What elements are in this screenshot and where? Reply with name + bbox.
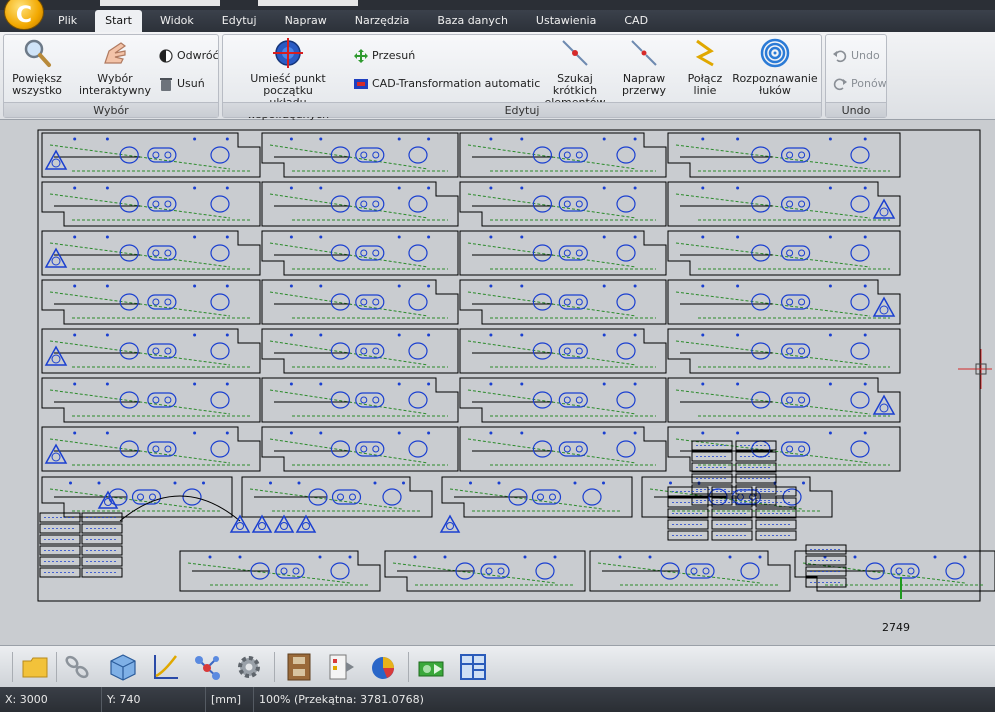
undo-button[interactable]: Undo (832, 47, 880, 65)
nesting-drawing[interactable] (0, 121, 995, 645)
toolbar-separator (408, 652, 409, 682)
folder-icon[interactable] (20, 652, 50, 682)
status-y: Y: 740 (102, 687, 206, 712)
gear-play-icon[interactable] (416, 652, 446, 682)
toolbar-separator (56, 652, 57, 682)
tab-cad[interactable]: CAD (614, 10, 658, 32)
tab-napraw[interactable]: Napraw (275, 10, 337, 32)
pie-chart-icon[interactable] (368, 652, 398, 682)
move-arrows-icon (354, 49, 368, 63)
redo-icon (833, 78, 847, 91)
tab-baza-danych[interactable]: Baza danych (427, 10, 518, 32)
interactive-select-label: Wybór interaktywny (78, 72, 152, 97)
magnifier-icon (24, 39, 51, 67)
fix-gaps-label: Napraw przerwy (621, 72, 667, 97)
join-lines-icon (695, 39, 714, 67)
tab-widok[interactable]: Widok (150, 10, 204, 32)
cad-transform-button[interactable]: CAD-Transformation automatic (353, 75, 540, 93)
cad-transform-label: CAD-Transformation automatic (372, 77, 541, 90)
trash-icon (160, 78, 172, 91)
toolbar-separator (274, 652, 275, 682)
nested-parts (39, 132, 995, 592)
cursor-crosshair (958, 349, 992, 389)
interactive-select-button[interactable]: Wybór interaktywny (78, 37, 152, 97)
app-logo-letter: C (15, 2, 33, 28)
group-label-edytuj: Edytuj (223, 102, 821, 117)
film-icon[interactable] (284, 652, 314, 682)
join-lines-label: Połącz linie (687, 72, 723, 97)
arc-recognition-label: Rozpoznawanie łuków (732, 72, 818, 97)
gap-line-icon (631, 40, 657, 66)
status-zoom: 100% (Przekątna: 3781.0768) (259, 693, 424, 706)
axis-icon[interactable] (150, 652, 180, 682)
group-wybor: Powiększ wszystko Wybór interaktywny Odw… (3, 34, 219, 118)
status-x: X: 3000 (0, 687, 102, 712)
fix-gaps-button[interactable]: Napraw przerwy (619, 37, 669, 97)
status-bar: X: 3000 Y: 740 [mm] 100% (Przekątna: 378… (0, 687, 995, 712)
zoom-all-label: Powiększ wszystko (12, 72, 62, 97)
redo-label: Ponów (851, 77, 887, 90)
ribbon-tabs: Plik Start Widok Edytuj Napraw Narzędzia… (0, 10, 995, 32)
title-field (100, 0, 220, 6)
tab-edytuj[interactable]: Edytuj (212, 10, 267, 32)
redo-button[interactable]: Ponów (832, 75, 887, 93)
short-line-icon (562, 40, 588, 66)
zoom-all-button[interactable]: Powiększ wszystko (10, 37, 64, 97)
hand-pointer-icon (104, 42, 127, 64)
group-undo: Undo Ponów Undo (825, 34, 887, 118)
bottom-toolbar (0, 645, 995, 687)
arc-recognition-button[interactable]: Rozpoznawanie łuków (731, 37, 819, 97)
layout-icon[interactable] (458, 652, 488, 682)
move-button[interactable]: Przesuń (353, 47, 415, 65)
title-bar (0, 0, 995, 10)
tab-plik[interactable]: Plik (48, 10, 87, 32)
toolbar-separator (12, 652, 13, 682)
title-field (258, 0, 358, 6)
nodes-icon[interactable] (192, 652, 222, 682)
gear-icon[interactable] (234, 652, 264, 682)
invert-button[interactable]: Odwróć (158, 47, 219, 65)
drawing-canvas[interactable]: 2749 (0, 121, 995, 645)
undo-icon (833, 50, 847, 63)
invert-icon (159, 49, 173, 63)
group-edytuj: Umieść punkt początku układu współrzędny… (222, 34, 822, 121)
spiral-icon (760, 38, 790, 68)
undo-label: Undo (851, 49, 880, 62)
tab-start[interactable]: Start (95, 10, 142, 32)
ribbon: Powiększ wszystko Wybór interaktywny Odw… (0, 32, 995, 121)
cad-transform-icon (354, 79, 368, 89)
document-play-icon[interactable] (326, 652, 356, 682)
find-short-elements-button[interactable]: Szukaj krótkich elementów (535, 37, 615, 109)
delete-button[interactable]: Usuń (158, 75, 205, 93)
crosshair-target-icon (273, 38, 303, 68)
coordinate-label: 2749 (882, 621, 910, 634)
move-label: Przesuń (372, 49, 416, 62)
invert-label: Odwróć (177, 49, 219, 62)
group-label-undo: Undo (826, 102, 886, 117)
sheet-outline (37, 129, 981, 602)
cube-icon[interactable] (108, 652, 138, 682)
group-label-wybor: Wybór (4, 102, 218, 117)
chain-icon[interactable] (62, 652, 92, 682)
tab-ustawienia[interactable]: Ustawienia (526, 10, 606, 32)
tab-narzedzia[interactable]: Narzędzia (345, 10, 420, 32)
delete-label: Usuń (177, 77, 205, 90)
status-unit: [mm] (206, 687, 254, 712)
join-lines-button[interactable]: Połącz linie (683, 37, 727, 97)
